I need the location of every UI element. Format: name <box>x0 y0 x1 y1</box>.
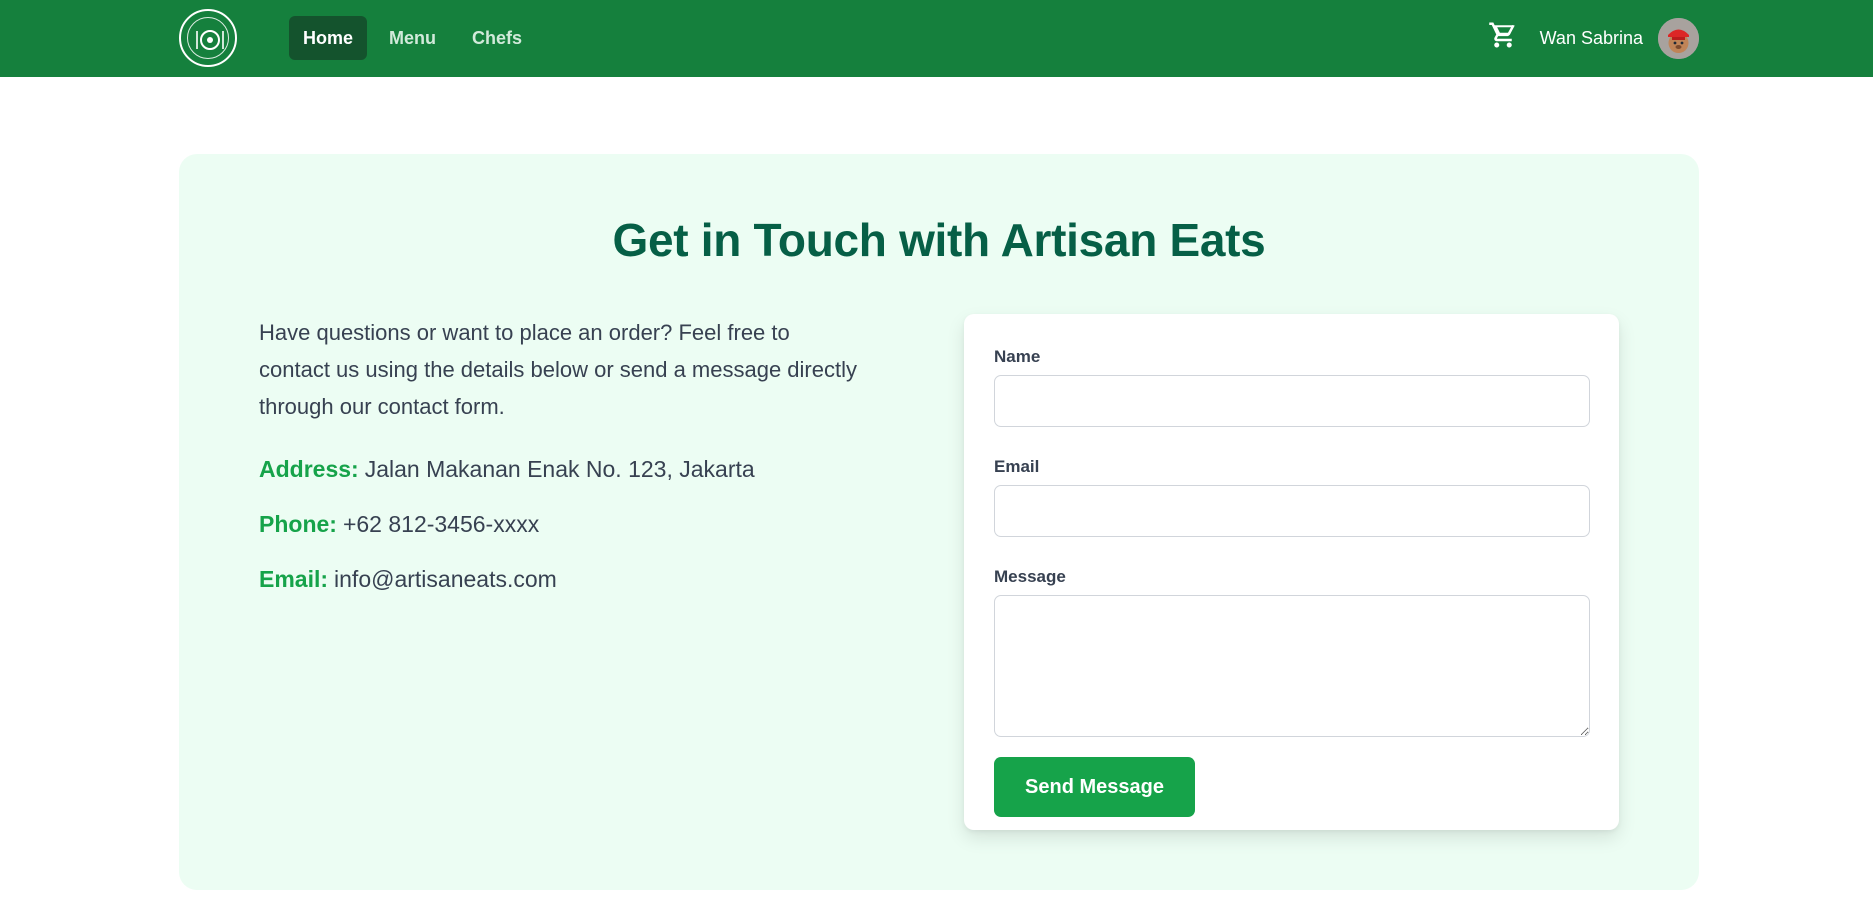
page-title: Get in Touch with Artisan Eats <box>612 214 1266 266</box>
message-field-label: Message <box>994 567 1066 586</box>
address-value: Jalan Makanan Enak No. 123, Jakarta <box>364 456 755 482</box>
top-navbar: Home Menu Chefs Wan Sabrina <box>0 0 1873 77</box>
contact-details: Have questions or want to place an order… <box>259 314 879 597</box>
name-field[interactable] <box>994 375 1590 427</box>
user-avatar-icon[interactable] <box>1658 17 1699 59</box>
cart-icon[interactable] <box>1488 20 1518 50</box>
nav-links: Home Menu Chefs <box>289 16 536 60</box>
nav-link-home[interactable]: Home <box>289 16 368 60</box>
contact-form-card: Name Email Message Send Message <box>964 314 1619 830</box>
email-value: info@artisaneats.com <box>334 566 557 592</box>
user-name[interactable]: Wan Sabrina <box>1540 28 1643 49</box>
contact-intro: Have questions or want to place an order… <box>259 320 857 419</box>
phone-label: Phone: <box>259 511 337 537</box>
message-field[interactable] <box>994 595 1590 737</box>
contact-form: Name Email Message Send Message <box>994 347 1590 817</box>
contact-card: Get in Touch with Artisan Eats Have ques… <box>179 154 1699 890</box>
logo-plate-icon <box>196 30 224 50</box>
send-message-button[interactable]: Send Message <box>994 757 1195 817</box>
email-field[interactable] <box>994 485 1590 537</box>
email-line: Email: info@artisaneats.com <box>259 561 879 597</box>
nav-user-area: Wan Sabrina <box>1488 15 1699 61</box>
email-field-label: Email <box>994 457 1040 476</box>
email-label: Email: <box>259 566 329 592</box>
artisan-eats-logo-icon[interactable] <box>179 9 237 67</box>
nav-link-chefs[interactable]: Chefs <box>458 16 536 60</box>
name-field-label: Name <box>994 347 1041 366</box>
address-line: Address: Jalan Makanan Enak No. 123, Jaka… <box>259 451 879 487</box>
phone-line: Phone: +62 812-3456-xxxx <box>259 506 879 542</box>
contact-info-list: Address: Jalan Makanan Enak No. 123, Jaka… <box>259 451 879 597</box>
avatar-image <box>1658 17 1699 59</box>
navbar-content: Home Menu Chefs Wan Sabrina <box>179 0 1699 77</box>
nav-link-menu[interactable]: Menu <box>375 16 450 60</box>
phone-value: +62 812-3456-xxxx <box>342 511 540 537</box>
address-label: Address: <box>259 456 359 482</box>
